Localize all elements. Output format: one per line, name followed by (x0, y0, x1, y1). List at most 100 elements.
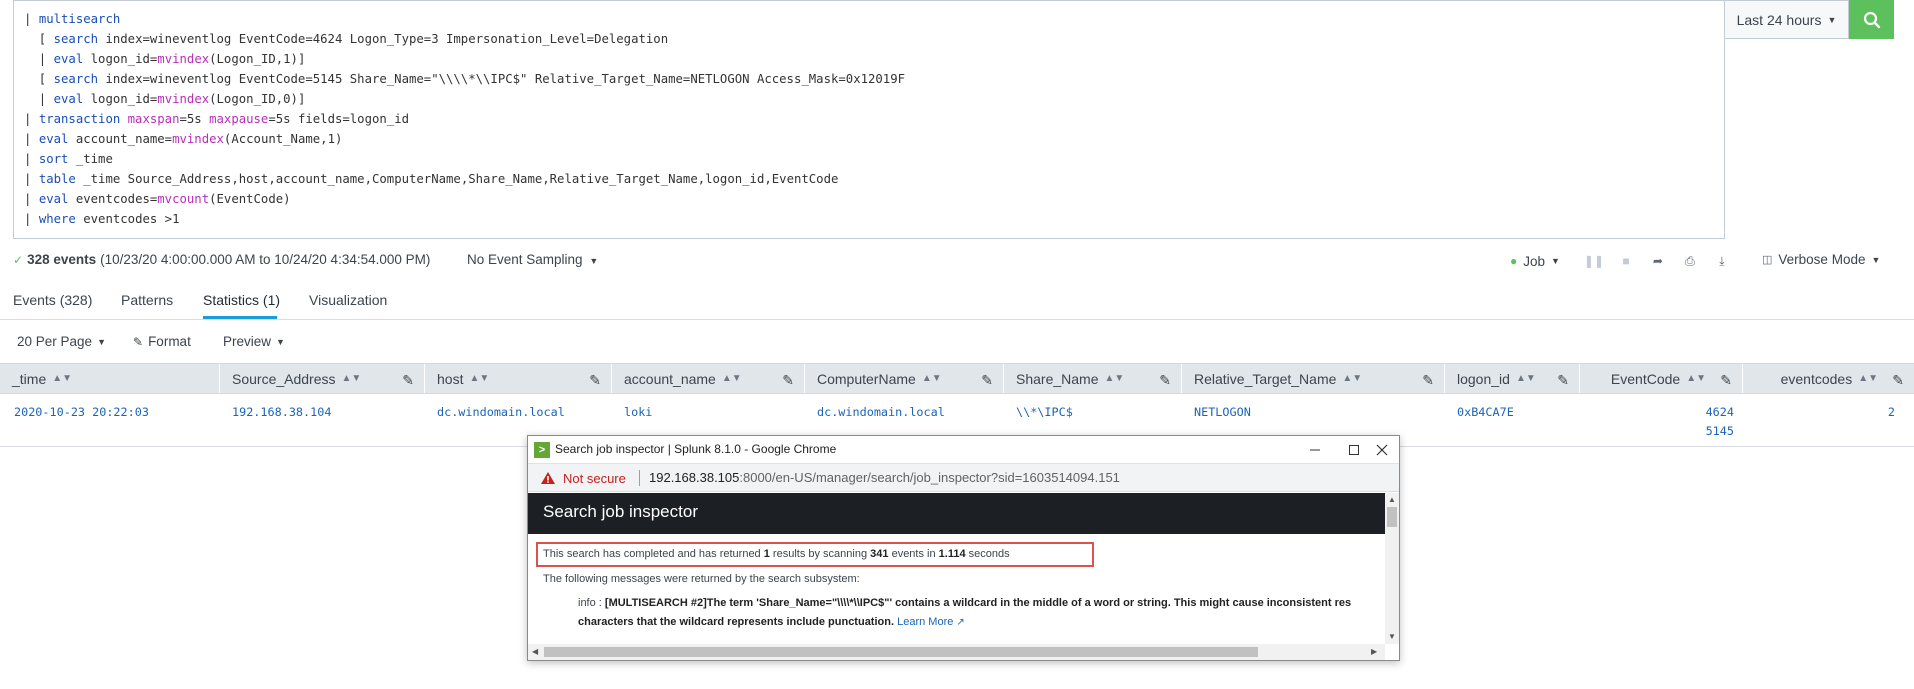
close-button[interactable] (1367, 440, 1397, 460)
cell-host[interactable]: dc.windomain.local (437, 403, 565, 422)
query-token: sort (38, 152, 69, 166)
scroll-left-icon[interactable]: ◀ (532, 647, 538, 656)
sort-icon[interactable]: ▲▼ (469, 373, 489, 384)
cell-computer-name[interactable]: dc.windomain.local (817, 403, 945, 422)
messages-intro: The following messages were returned by … (543, 573, 860, 585)
window-titlebar[interactable]: > Search job inspector | Splunk 8.1.0 - … (528, 436, 1399, 464)
preview-dropdown[interactable]: Preview ▼ (223, 334, 285, 349)
minimize-button[interactable] (1300, 440, 1330, 460)
tab-visualization[interactable]: Visualization (309, 292, 387, 308)
sort-icon[interactable]: ▲▼ (1105, 373, 1125, 384)
scroll-up-icon[interactable]: ▲ (1388, 495, 1396, 504)
column-header-share-name[interactable]: Share_Name ▲▼ ✎ (1004, 364, 1182, 393)
column-header-computer-name[interactable]: ComputerName ▲▼ ✎ (805, 364, 1004, 393)
edit-icon[interactable]: ✎ (402, 372, 414, 389)
query-token: | (24, 112, 39, 126)
column-header-relative-target-name[interactable]: Relative_Target_Name ▲▼ ✎ (1182, 364, 1445, 393)
query-token: | (24, 92, 54, 106)
vertical-scroll-thumb[interactable] (1387, 507, 1397, 527)
tab-patterns[interactable]: Patterns (121, 292, 173, 308)
url-text[interactable]: 192.168.38.105:8000/en-US/manager/search… (649, 470, 1120, 485)
column-label: host (437, 370, 464, 387)
tab-events[interactable]: Events (328) (13, 292, 92, 308)
query-token: eval (53, 92, 84, 106)
sort-icon[interactable]: ▲▼ (722, 373, 742, 384)
per-page-dropdown[interactable]: 20 Per Page ▼ (17, 334, 106, 349)
export-icon[interactable]: ⤓ (1706, 250, 1738, 272)
column-label: account_name (624, 370, 716, 387)
inspector-title: Search job inspector (543, 502, 698, 521)
maximize-button[interactable] (1339, 440, 1369, 460)
warning-icon (541, 472, 555, 484)
edit-icon[interactable]: ✎ (1557, 372, 1569, 389)
sort-icon[interactable]: ▲▼ (1342, 373, 1362, 384)
column-label: Relative_Target_Name (1194, 370, 1337, 387)
format-button[interactable]: ✎ Format (133, 334, 191, 349)
summary-seconds: 1.114 (938, 548, 966, 560)
cell-eventcode-value[interactable]: 4624 (1660, 403, 1734, 422)
cell-source-address[interactable]: 192.168.38.104 (232, 403, 331, 422)
column-header-account-name[interactable]: account_name ▲▼ ✎ (612, 364, 805, 393)
vertical-scrollbar[interactable]: ▲ ▼ (1385, 493, 1399, 644)
event-sampling-dropdown[interactable]: No Event Sampling ▼ (467, 252, 598, 267)
query-token: | (24, 192, 39, 206)
edit-icon[interactable]: ✎ (1892, 372, 1904, 389)
info-text: characters that the wildcard represents … (578, 616, 895, 628)
info-text: [MULTISEARCH #2]The term 'Share_Name="\\… (604, 597, 1352, 609)
scroll-right-icon[interactable]: ▶ (1371, 647, 1377, 656)
edit-icon[interactable]: ✎ (1159, 372, 1171, 389)
job-summary-text: This search has completed and has return… (543, 548, 1010, 560)
tab-statistics[interactable]: Statistics (1) (203, 292, 280, 308)
job-summary: ✓ 328 events (10/23/20 4:00:00.000 AM to… (13, 252, 430, 267)
job-controls: ● Job ▼ ❚❚ ■ ➦ ⎙ ⤓ (1510, 250, 1738, 272)
horizontal-scroll-thumb[interactable] (544, 647, 1258, 657)
edit-icon[interactable]: ✎ (981, 372, 993, 389)
sort-icon[interactable]: ▲▼ (1516, 373, 1536, 384)
address-bar[interactable]: Not secure 192.168.38.105:8000/en-US/man… (528, 464, 1399, 492)
not-secure-label[interactable]: Not secure (563, 471, 626, 486)
cell-share-name[interactable]: \\*\IPC$ (1016, 403, 1073, 422)
print-icon[interactable]: ⎙ (1674, 250, 1706, 272)
edit-icon[interactable]: ✎ (589, 372, 601, 389)
stop-icon[interactable]: ■ (1610, 250, 1642, 272)
sort-icon[interactable]: ▲▼ (1686, 373, 1706, 384)
query-token: maxpause (209, 112, 269, 126)
cell-relative-target-name[interactable]: NETLOGON (1194, 403, 1251, 422)
inspector-header: Search job inspector (528, 493, 1385, 534)
query-token: search (53, 72, 99, 86)
pause-icon[interactable]: ❚❚ (1578, 250, 1610, 272)
cell-account-name[interactable]: loki (624, 403, 652, 422)
cell-time[interactable]: 2020-10-23 20:22:03 (14, 403, 149, 422)
scroll-down-icon[interactable]: ▼ (1388, 632, 1396, 641)
sort-icon[interactable]: ▲▼ (922, 373, 942, 384)
caret-down-icon: ▼ (97, 336, 106, 347)
edit-icon[interactable]: ✎ (1720, 372, 1732, 389)
column-label: Share_Name (1016, 370, 1099, 387)
query-token: mvindex (172, 132, 224, 146)
time-range-picker[interactable]: Last 24 hours ▼ (1725, 0, 1849, 39)
horizontal-scrollbar[interactable]: ◀ ▶ (528, 644, 1385, 660)
sort-icon[interactable]: ▲▼ (342, 373, 362, 384)
query-token: maxspan (127, 112, 180, 126)
cell-eventcodes[interactable]: 2 (1840, 403, 1895, 422)
column-header-time[interactable]: _time ▲▼ (0, 364, 220, 393)
column-header-logon-id[interactable]: logon_id ▲▼ ✎ (1445, 364, 1580, 393)
edit-icon[interactable]: ✎ (782, 372, 794, 389)
cell-eventcode-value[interactable]: 5145 (1660, 422, 1734, 441)
query-token: where (38, 212, 76, 226)
learn-more-link[interactable]: Learn More ↗ (897, 616, 965, 628)
sort-icon[interactable]: ▲▼ (1858, 373, 1878, 384)
search-query-editor[interactable]: | multisearch [ search index=wineventlog… (13, 0, 1725, 239)
column-header-host[interactable]: host ▲▼ ✎ (425, 364, 612, 393)
column-header-source-address[interactable]: Source_Address ▲▼ ✎ (220, 364, 425, 393)
search-button[interactable] (1849, 0, 1894, 39)
edit-icon[interactable]: ✎ (1422, 372, 1434, 389)
search-mode-dropdown[interactable]: ◫ Verbose Mode ▼ (1762, 252, 1880, 267)
column-header-eventcodes[interactable]: eventcodes ▲▼ ✎ (1743, 364, 1914, 393)
column-header-eventcode[interactable]: EventCode ▲▼ ✎ (1580, 364, 1743, 393)
job-menu[interactable]: ● Job ▼ (1510, 254, 1560, 269)
query-token: | (24, 12, 39, 26)
cell-logon-id[interactable]: 0xB4CA7E (1457, 403, 1514, 422)
sort-icon[interactable]: ▲▼ (52, 373, 72, 384)
share-icon[interactable]: ➦ (1642, 250, 1674, 272)
